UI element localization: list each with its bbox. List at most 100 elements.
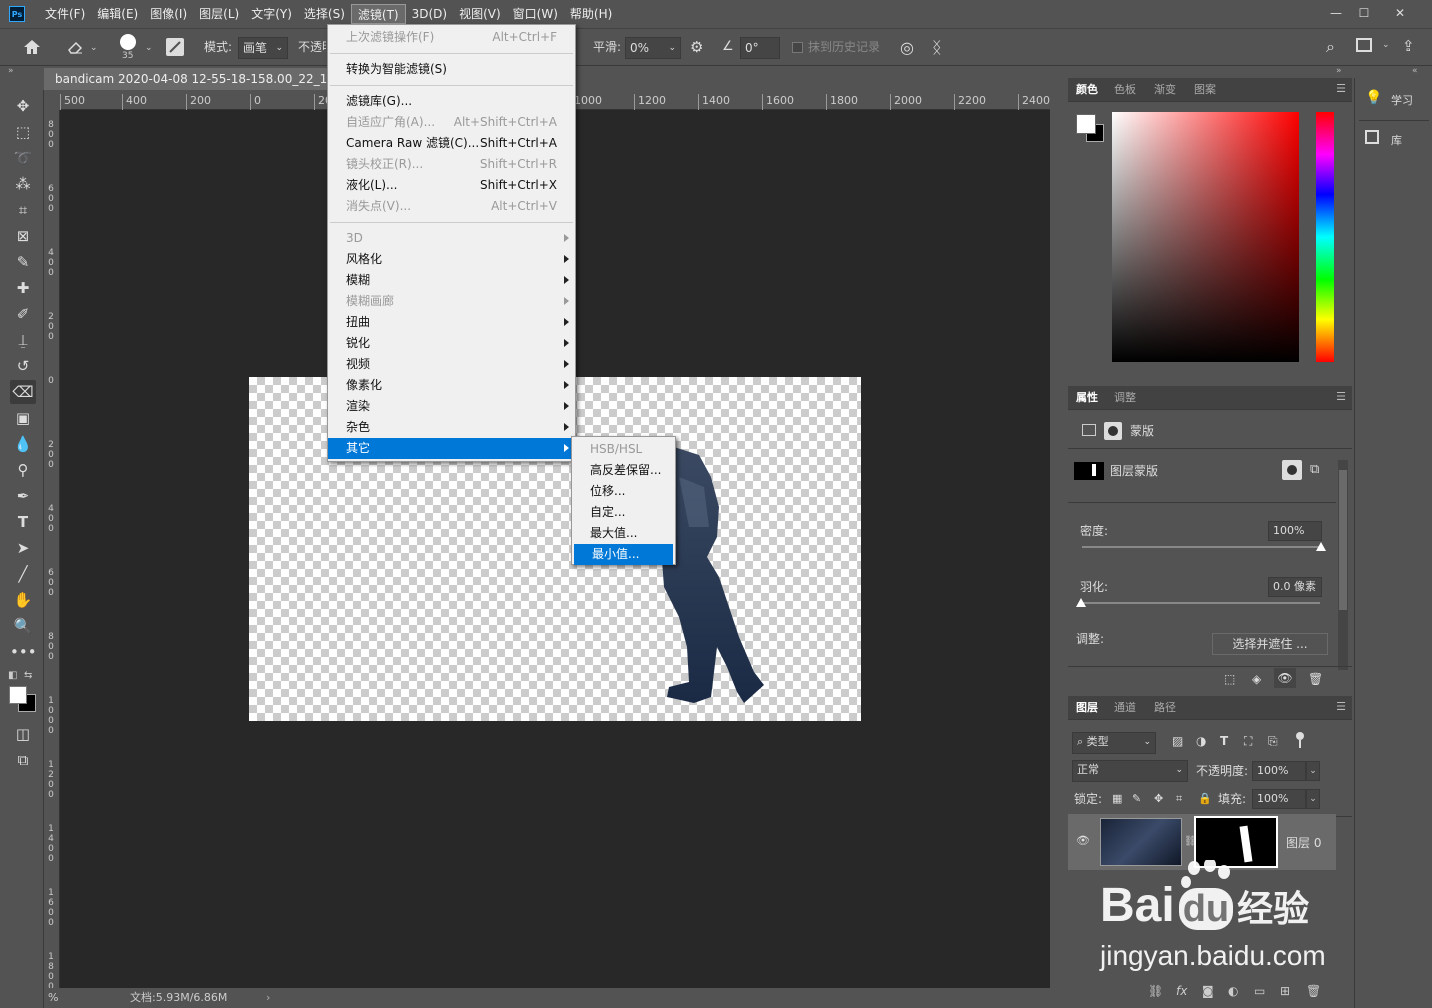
panel-menu-icon[interactable]: ☰	[1336, 390, 1346, 403]
home-icon[interactable]	[22, 38, 42, 56]
filter-smart-object-icon[interactable]: ⎘	[1268, 734, 1278, 749]
menu-edit[interactable]: 编辑(E)	[91, 4, 144, 24]
eye-icon[interactable]: 👁	[1274, 668, 1296, 688]
other-submenu-item[interactable]: 高反差保留...	[572, 460, 675, 481]
default-colors-icon[interactable]: ◧	[8, 670, 17, 681]
lock-all-icon[interactable]: 🔒	[1198, 792, 1212, 805]
layer-filter-select[interactable]: ⌕ 类型 ⌄	[1072, 732, 1156, 754]
add-mask-icon[interactable]: ⧉	[1310, 462, 1319, 477]
tab-color[interactable]: 颜色	[1076, 78, 1098, 102]
menu-help[interactable]: 帮助(H)	[564, 4, 618, 24]
chevron-down-icon[interactable]: ⌄	[145, 43, 153, 53]
feather-input[interactable]: 0.0 像素	[1268, 577, 1322, 597]
learn-button[interactable]: 学习	[1391, 92, 1413, 108]
blend-mode-select[interactable]: 正常 ⌄	[1072, 760, 1188, 782]
chevron-down-icon[interactable]: ⌄	[1306, 789, 1320, 809]
lock-transparency-icon[interactable]: ▦	[1112, 792, 1122, 805]
filter-menu-item[interactable]: 液化(L)... Shift+Ctrl+X	[328, 175, 575, 196]
filter-menu-item[interactable]: 锐化	[328, 333, 575, 354]
fx-icon[interactable]: fx	[1176, 984, 1187, 998]
library-icon[interactable]	[1365, 130, 1379, 144]
filter-menu-item[interactable]: 像素化	[328, 375, 575, 396]
select-and-mask-button[interactable]: 选择并遮住 ...	[1212, 633, 1328, 655]
other-submenu-item[interactable]: 位移...	[572, 481, 675, 502]
load-selection-icon[interactable]: ⬚	[1224, 672, 1235, 686]
tab-patterns[interactable]: 图案	[1194, 78, 1216, 102]
lock-pixels-icon[interactable]: ✎	[1132, 792, 1141, 805]
other-submenu-item[interactable]: 最大值...	[572, 523, 675, 544]
chevron-down-icon[interactable]: ⌄	[1306, 761, 1320, 781]
type-tool-icon[interactable]: T	[10, 510, 36, 534]
tab-layers[interactable]: 图层	[1076, 696, 1098, 720]
filter-pixel-icon[interactable]: ▨	[1172, 734, 1183, 748]
add-mask-icon[interactable]: ◙	[1202, 984, 1214, 998]
menu-window[interactable]: 窗口(W)	[507, 4, 564, 24]
crop-tool-icon[interactable]: ⌗	[10, 198, 36, 222]
maximize-button[interactable]: ☐	[1352, 4, 1376, 22]
healing-brush-tool-icon[interactable]: ✚	[10, 276, 36, 300]
lock-artboard-icon[interactable]: ⌗	[1176, 792, 1182, 806]
menu-type[interactable]: 文字(Y)	[245, 4, 298, 24]
lock-position-icon[interactable]: ✥	[1154, 792, 1163, 805]
zoom-tool-icon[interactable]: 🔍	[10, 614, 36, 638]
layer-name[interactable]: 图层 0	[1286, 834, 1321, 851]
pixel-mask-icon[interactable]	[1082, 424, 1096, 436]
new-layer-icon[interactable]: ⊞	[1280, 984, 1290, 998]
menu-image[interactable]: 图像(I)	[144, 4, 193, 24]
menu-view[interactable]: 视图(V)	[453, 4, 507, 24]
filter-menu-item[interactable]: 滤镜库(G)...	[328, 91, 575, 112]
filter-menu-item[interactable]: 扭曲	[328, 312, 575, 333]
feather-slider[interactable]	[1082, 602, 1320, 604]
layer-row[interactable]: 👁 ⛓ 图层 0	[1068, 814, 1336, 870]
history-checkbox[interactable]	[792, 42, 803, 53]
blur-tool-icon[interactable]: 💧	[10, 432, 36, 456]
menu-select[interactable]: 选择(S)	[298, 4, 351, 24]
tab-paths[interactable]: 路径	[1154, 696, 1176, 720]
density-slider-handle[interactable]	[1316, 542, 1326, 551]
brush-settings-icon[interactable]	[166, 38, 184, 56]
filter-shape-icon[interactable]: ⛶	[1244, 734, 1252, 749]
minimize-button[interactable]: —	[1324, 4, 1348, 22]
properties-scrollbar[interactable]	[1338, 460, 1348, 670]
panel-menu-icon[interactable]: ☰	[1336, 700, 1346, 713]
layer-opacity-input[interactable]: 100%	[1252, 761, 1306, 781]
mode-select[interactable]: 画笔 ⌄	[238, 37, 288, 59]
expand-panels-icon[interactable]: «	[1412, 66, 1418, 76]
menu-filter[interactable]: 滤镜(T)	[350, 4, 406, 24]
marquee-tool-icon[interactable]: ⬚	[10, 120, 36, 144]
filter-menu-item[interactable]: 渲染	[328, 396, 575, 417]
group-icon[interactable]: ▭	[1254, 984, 1265, 998]
symmetry-icon[interactable]: ᛝ	[932, 38, 942, 57]
filter-type-icon[interactable]: T	[1220, 734, 1228, 748]
tab-gradients[interactable]: 渐变	[1154, 78, 1176, 102]
filter-menu-item[interactable]: 杂色	[328, 417, 575, 438]
visibility-eye-icon[interactable]: 👁	[1076, 834, 1090, 847]
eraser-tool-icon[interactable]	[66, 39, 84, 55]
menu-file[interactable]: 文件(F)	[39, 4, 91, 24]
foreground-swatch[interactable]	[1076, 114, 1096, 134]
density-slider[interactable]	[1082, 546, 1320, 548]
gear-icon[interactable]: ⚙	[690, 38, 703, 56]
library-button[interactable]: 库	[1391, 132, 1402, 148]
menu-3d[interactable]: 3D(D)	[406, 4, 453, 24]
lasso-tool-icon[interactable]: ➰	[10, 146, 36, 170]
document-tab[interactable]: bandicam 2020-04-08 12-55-18-158.00_22_1…	[44, 68, 327, 90]
vector-mask-icon[interactable]	[1104, 422, 1122, 440]
hue-slider[interactable]	[1316, 112, 1334, 362]
quick-mask-icon[interactable]: ◫	[10, 722, 36, 746]
frame-tool-icon[interactable]: ⊠	[10, 224, 36, 248]
tab-swatches[interactable]: 色板	[1114, 78, 1136, 102]
search-icon[interactable]: ⌕	[1326, 37, 1335, 57]
chevron-down-icon[interactable]: ⌄	[90, 43, 98, 53]
brush-tool-icon[interactable]: ✐	[10, 302, 36, 326]
tab-properties[interactable]: 属性	[1076, 386, 1098, 410]
link-layers-icon[interactable]: ⛓	[1148, 984, 1163, 998]
close-button[interactable]: ✕	[1388, 4, 1412, 22]
pen-tool-icon[interactable]: ✒	[10, 484, 36, 508]
adjustment-layer-icon[interactable]: ◐	[1228, 984, 1238, 998]
filter-menu-item[interactable]: 转换为智能滤镜(S)	[328, 59, 575, 80]
filter-menu-item[interactable]: 模糊	[328, 270, 575, 291]
eyedropper-tool-icon[interactable]: ✎	[10, 250, 36, 274]
delete-layer-icon[interactable]: 🗑	[1306, 984, 1321, 998]
other-submenu-item[interactable]: 最小值...	[574, 544, 673, 565]
